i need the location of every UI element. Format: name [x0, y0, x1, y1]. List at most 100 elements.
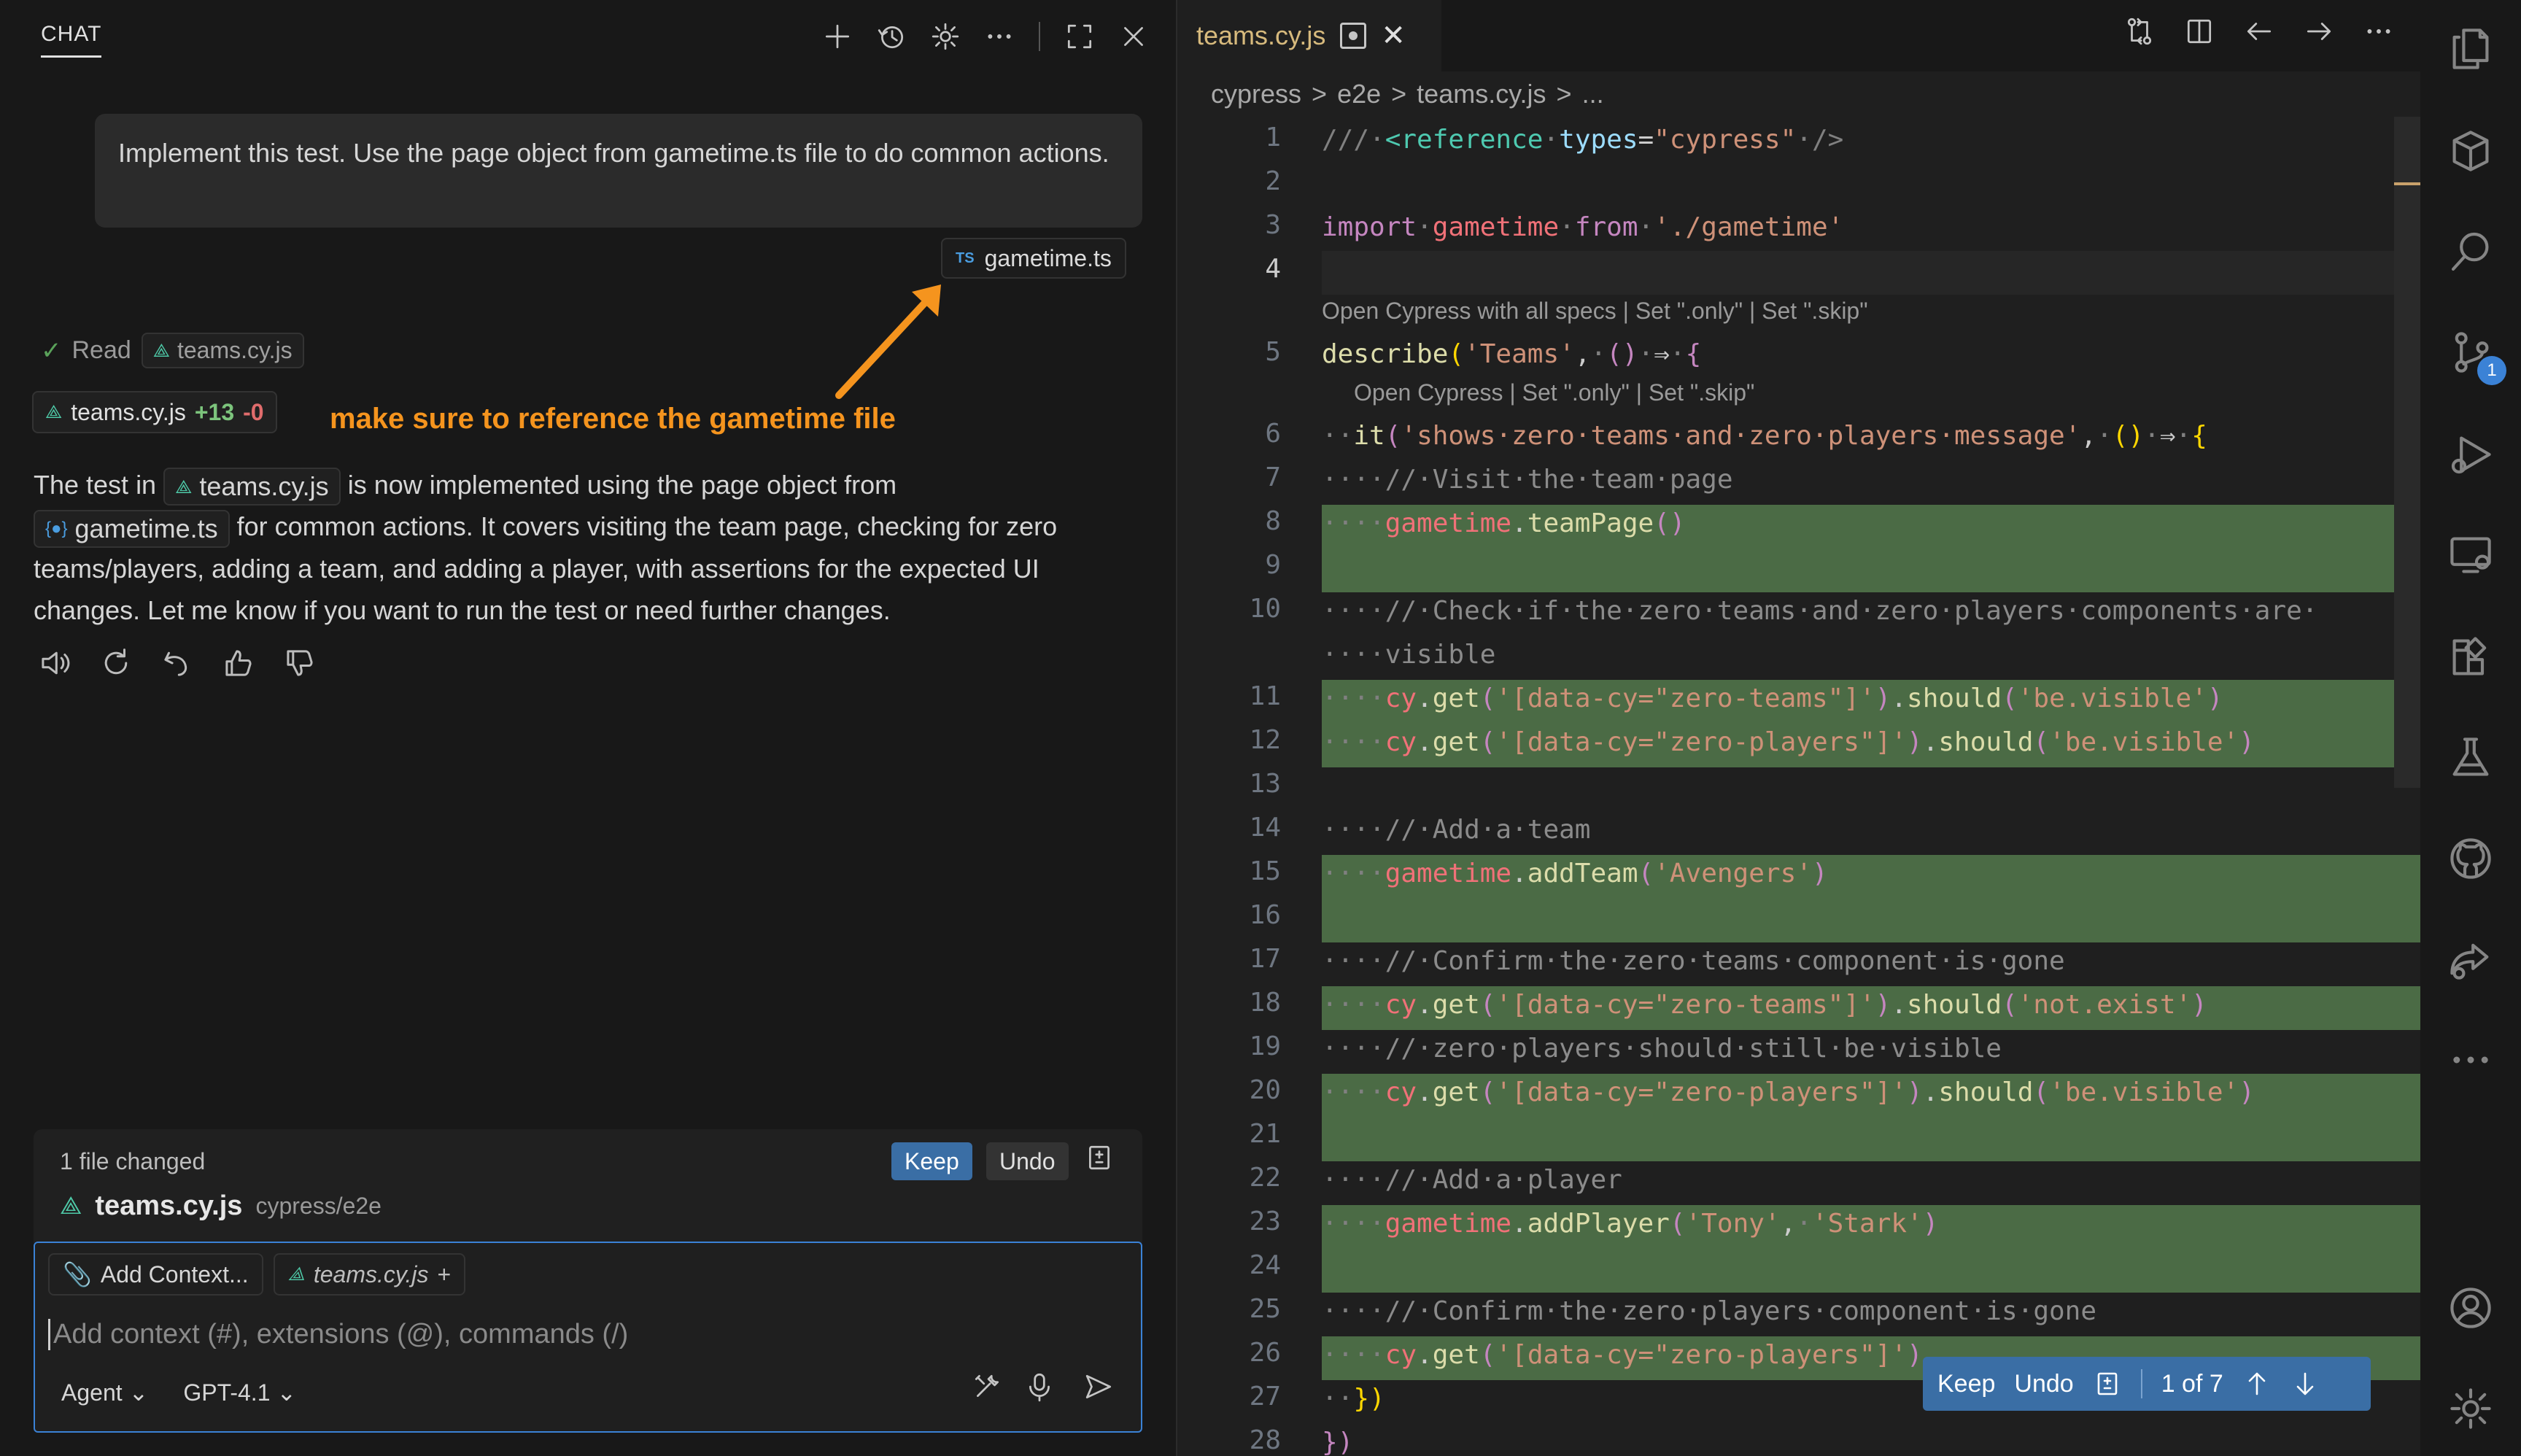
explorer-icon[interactable] — [2445, 23, 2496, 74]
remote-explorer-icon[interactable] — [2445, 530, 2496, 581]
extensions-box-icon[interactable] — [2445, 125, 2496, 177]
add-context-button[interactable]: 📎 Add Context... — [48, 1253, 263, 1296]
undo-arrow-icon[interactable] — [160, 646, 194, 680]
code-line[interactable]: }) — [1322, 1421, 2416, 1456]
settings-gear-icon[interactable] — [2445, 1383, 2496, 1434]
chat-input-placeholder[interactable]: Add context (#), extensions (@), command… — [48, 1319, 628, 1350]
editor-tab[interactable]: teams.cy.js ✕ — [1179, 0, 1441, 71]
go-forward-arrow-icon[interactable] — [2304, 16, 2334, 47]
more-actions-icon[interactable] — [980, 18, 1018, 55]
microphone-icon[interactable] — [1024, 1371, 1055, 1402]
more-actions-icon[interactable] — [2363, 16, 2394, 47]
line-number: 8 — [1265, 506, 1281, 536]
read-file-chip[interactable]: ⟁ teams.cy.js — [141, 333, 304, 368]
code-line[interactable]: ····//·Visit·the·team·page — [1322, 458, 2416, 502]
breadcrumb-item[interactable]: ... — [1582, 79, 1604, 109]
model-dropdown[interactable]: GPT-4.1 ⌄ — [183, 1379, 296, 1406]
previous-change-arrow-icon[interactable] — [2242, 1369, 2272, 1398]
settings-gear-icon[interactable] — [926, 18, 964, 55]
more-icon[interactable] — [2445, 1034, 2496, 1085]
close-icon[interactable] — [1115, 18, 1153, 55]
go-back-arrow-icon[interactable] — [2244, 16, 2274, 47]
line-number: 11 — [1249, 681, 1281, 711]
header-divider — [1039, 22, 1040, 51]
chat-header: CHAT — [0, 0, 1177, 73]
search-icon[interactable] — [2445, 226, 2496, 277]
code-line[interactable]: ····cy.get('[data-cy="zero-players"]').s… — [1322, 1071, 2416, 1115]
split-editor-icon[interactable] — [2184, 16, 2215, 47]
keep-change-button[interactable]: Keep — [1937, 1370, 1995, 1398]
codelens-it[interactable]: Open Cypress | Set ".only" | Set ".skip" — [1354, 379, 1754, 406]
add-file-plus-icon[interactable]: + — [437, 1261, 451, 1288]
code-line[interactable]: ····gametime.teamPage() — [1322, 502, 2416, 546]
thumbs-down-icon[interactable] — [283, 646, 317, 680]
next-change-arrow-icon[interactable] — [2290, 1369, 2320, 1398]
maximize-icon[interactable] — [1061, 18, 1099, 55]
assistant-response: The test in ⟁ teams.cy.js is now implemen… — [34, 464, 1150, 631]
user-message: Implement this test. Use the page object… — [95, 114, 1142, 228]
extensions-icon[interactable] — [2445, 632, 2496, 683]
live-share-icon[interactable] — [2445, 934, 2496, 985]
inline-file-chip[interactable]: ⟁ teams.cy.js — [163, 468, 341, 506]
close-tab-icon[interactable]: ✕ — [1381, 19, 1406, 53]
keep-button[interactable]: Keep — [891, 1142, 972, 1180]
code-line[interactable]: ····gametime.addPlayer('Tony',·'Stark') — [1322, 1202, 2416, 1246]
breadcrumb-item[interactable]: cypress — [1211, 79, 1301, 109]
undo-change-button[interactable]: Undo — [2014, 1370, 2073, 1398]
code-line[interactable]: ····//·Confirm·the·zero·teams·component·… — [1322, 940, 2416, 983]
code-line[interactable]: ····cy.get('[data-cy="zero-players"]').s… — [1322, 721, 2416, 764]
thumbs-up-icon[interactable] — [222, 646, 255, 680]
code-line[interactable]: ··it('shows·zero·teams·and·zero·players·… — [1322, 414, 2416, 458]
inline-file-chip[interactable]: {●} gametime.ts — [34, 509, 230, 548]
breadcrumb-item[interactable]: e2e — [1337, 79, 1381, 109]
undo-button[interactable]: Undo — [986, 1142, 1069, 1180]
code-line[interactable]: import·gametime·from·'./gametime' — [1322, 206, 2416, 249]
code-line[interactable]: ····//·Add·a·team — [1322, 808, 2416, 852]
typescript-file-icon: {●} — [45, 518, 68, 538]
diff-file-chip[interactable]: ⟁ teams.cy.js +13 -0 — [32, 391, 277, 433]
send-icon[interactable] — [1077, 1371, 1122, 1402]
code-line[interactable]: ····//·Confirm·the·zero·players·componen… — [1322, 1290, 2416, 1333]
breadcrumb: cypress > e2e > teams.cy.js > ... — [1211, 79, 1604, 109]
tools-icon[interactable] — [972, 1371, 1002, 1402]
view-diff-icon[interactable] — [1084, 1142, 1115, 1173]
source-control-icon[interactable]: 1 — [2445, 327, 2506, 385]
new-chat-plus-icon[interactable] — [818, 18, 856, 55]
editor-scrollbar[interactable] — [2394, 117, 2420, 788]
breadcrumb-separator: > — [1312, 79, 1328, 109]
line-number: 19 — [1249, 1031, 1281, 1061]
attachment-chip[interactable]: TS gametime.ts — [941, 238, 1126, 279]
cypress-file-icon: ⟁ — [287, 1263, 305, 1285]
codelens-describe[interactable]: Open Cypress with all specs | Set ".only… — [1322, 298, 1868, 325]
code-line[interactable]: ····//·Add·a·player — [1322, 1158, 2416, 1202]
chat-input-box[interactable]: 📎 Add Context... ⟁ teams.cy.js + Add con… — [34, 1242, 1142, 1433]
changed-file-path: cypress/e2e — [255, 1193, 382, 1219]
line-number: 1 — [1265, 123, 1281, 152]
testing-flask-icon[interactable] — [2445, 732, 2496, 783]
code-line[interactable]: ····gametime.addTeam('Avengers') — [1322, 852, 2416, 896]
account-icon[interactable] — [2445, 1282, 2496, 1333]
code-line[interactable]: ····cy.get('[data-cy="zero-teams"]').sho… — [1322, 677, 2416, 721]
code-line[interactable]: ····//·zero·players·should·still·be·visi… — [1322, 1027, 2416, 1071]
context-file-chip[interactable]: ⟁ teams.cy.js + — [273, 1253, 466, 1296]
read-label: Read — [71, 336, 131, 364]
compare-changes-icon[interactable] — [2124, 16, 2155, 47]
retry-icon[interactable] — [99, 646, 133, 680]
github-icon[interactable] — [2445, 833, 2496, 884]
code-line[interactable]: describe('Teams',·()·⇒·{ — [1322, 333, 2416, 376]
agent-mode-dropdown[interactable]: Agent ⌄ — [61, 1379, 148, 1406]
code-line[interactable]: ///·<reference·types="cypress"·/> — [1322, 118, 2416, 162]
line-number: 5 — [1265, 337, 1281, 367]
code-line[interactable]: ····cy.get('[data-cy="zero-teams"]').sho… — [1322, 983, 2416, 1027]
chat-title: CHAT — [41, 22, 102, 58]
history-icon[interactable] — [872, 18, 910, 55]
annotation-text: make sure to reference the gametime file — [330, 403, 896, 435]
lines-added: +13 — [194, 398, 235, 425]
run-debug-icon[interactable] — [2445, 429, 2496, 480]
code-line[interactable]: ····visible — [1322, 633, 2416, 677]
changed-file-row[interactable]: ⟁ teams.cy.js cypress/e2e — [60, 1190, 382, 1222]
code-line[interactable]: ····//·Check·if·the·zero·teams·and·zero·… — [1322, 589, 2416, 633]
breadcrumb-item[interactable]: teams.cy.js — [1417, 79, 1546, 109]
view-diff-icon[interactable] — [2093, 1369, 2122, 1398]
read-aloud-speaker-icon[interactable] — [38, 646, 71, 680]
